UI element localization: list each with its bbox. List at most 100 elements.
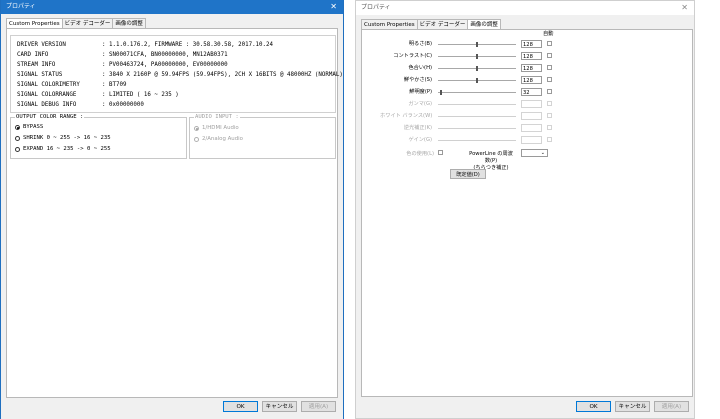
tab-panel: DRIVER VERSION : 1.1.0.176.2, FIRMWARE : … (6, 28, 343, 398)
adjust-value-field[interactable]: 128 (521, 64, 542, 72)
adjust-label: ガンマ(G) (408, 101, 432, 107)
adjust-value-field (521, 136, 542, 144)
properties-window-image-adjust: プロパティ ✕ Custom Properties ビデオ デコーダー 画像の調… (355, 0, 695, 419)
close-icon[interactable]: ✕ (681, 1, 688, 15)
close-icon[interactable]: ✕ (330, 0, 337, 14)
adjust-label: コントラスト(C) (393, 53, 432, 59)
chevron-down-icon: ⌄ (540, 150, 545, 156)
ok-button[interactable]: OK (576, 401, 611, 412)
audio-input-group: AUDIO INPUT : 1/HDMI Audio 2/Analog Audi… (189, 114, 336, 159)
adjust-value-field (521, 100, 542, 108)
auto-checkbox[interactable] (547, 53, 552, 58)
radio-unchecked-icon[interactable] (15, 136, 20, 141)
radio-checked-icon[interactable] (15, 125, 20, 130)
radio-label: SHRINK 0 ~ 255 -> 16 ~ 235 (23, 135, 111, 141)
radio-label: EXPAND 16 ~ 235 -> 0 ~ 255 (23, 146, 111, 152)
info-row: STREAM INFO : PV00463724, PA00000000, EV0… (17, 61, 228, 70)
info-value: : PV00463724, PA00000000, EV00000000 (102, 62, 228, 68)
adjust-slider[interactable] (438, 92, 516, 93)
adjust-slider (438, 104, 516, 105)
default-button[interactable]: 既定値(D) (450, 169, 486, 179)
auto-checkbox[interactable] (547, 65, 552, 70)
color-enable-checkbox[interactable] (438, 150, 443, 155)
adjust-value-field[interactable]: 128 (521, 40, 542, 48)
info-key: CARD INFO (17, 52, 49, 58)
group-title: OUTPUT COLOR RANGE : (15, 114, 85, 121)
info-key: SIGNAL STATUS (17, 72, 63, 78)
title-bar: プロパティ ✕ (1, 0, 343, 14)
properties-window-custom: プロパティ ✕ Custom Properties ビデオ デコーダー 画像の調… (0, 0, 344, 419)
radio-unchecked-icon[interactable] (194, 137, 199, 142)
info-row: SIGNAL COLORRANGE : LIMITED ( 16 ~ 235 ) (17, 91, 179, 100)
info-row: CARD INFO : SN00071CFA, BN00000000, MN12A… (17, 51, 228, 60)
adjust-label: 逆光補正(K) (403, 125, 432, 131)
info-value: : SN00071CFA, BN00000000, MN12AB0371 (102, 52, 228, 58)
info-key: SIGNAL COLORRANGE (17, 92, 77, 98)
slider-thumb[interactable] (476, 42, 478, 47)
info-row: SIGNAL STATUS : 3840 X 2160P @ 59.94FPS (… (17, 71, 343, 80)
info-box: DRIVER VERSION : 1.1.0.176.2, FIRMWARE : … (10, 35, 343, 113)
adjust-value-field[interactable]: 32 (521, 88, 542, 96)
info-row: SIGNAL COLORIMETRY : BT709 (17, 81, 126, 90)
apply-button[interactable]: 適用(A) (654, 401, 689, 412)
color-enable-label: 色の使用(L) (406, 151, 434, 157)
adjust-label: 鮮明度(P) (409, 89, 432, 95)
auto-checkbox[interactable] (547, 77, 552, 82)
adjust-value-field (521, 124, 542, 132)
info-row: SIGNAL DEBUG INFO : 0x00000000 (17, 101, 144, 110)
group-title: AUDIO INPUT : (194, 114, 240, 121)
info-value: : 0x00000000 (102, 102, 144, 108)
apply-button[interactable]: 適用(A) (301, 401, 336, 412)
info-value: : 1.1.0.176.2, FIRMWARE : 30.58.30.58, 2… (102, 42, 274, 48)
radio-bypass[interactable]: BYPASS (15, 123, 43, 132)
output-color-range-group: OUTPUT COLOR RANGE : BYPASS SHRINK 0 ~ 2… (10, 114, 187, 159)
info-value: : 3840 X 2160P @ 59.94FPS (59.94FPS), 2C… (102, 72, 343, 78)
auto-header: 自動 (543, 31, 554, 37)
title-bar: プロパティ ✕ (356, 1, 694, 15)
info-key: SIGNAL COLORIMETRY (17, 82, 80, 88)
radio-label: 2/Analog Audio (202, 136, 243, 142)
adjust-label: 明るさ(B) (408, 41, 432, 47)
cancel-button[interactable]: キャンセル (262, 401, 297, 412)
auto-checkbox[interactable] (547, 89, 552, 94)
adjust-label: ホワイト バランス(W) (380, 113, 433, 119)
radio-hdmi-audio[interactable]: 1/HDMI Audio (194, 124, 239, 133)
adjust-slider (438, 116, 516, 117)
slider-thumb[interactable] (440, 90, 443, 95)
radio-unchecked-icon[interactable] (15, 147, 20, 152)
adjust-slider (438, 128, 516, 129)
info-row: DRIVER VERSION : 1.1.0.176.2, FIRMWARE : … (17, 41, 273, 50)
adjust-label: 鮮やかさ(S) (403, 77, 432, 83)
powerline-select[interactable]: ⌄ (521, 149, 548, 157)
radio-label: 1/HDMI Audio (202, 125, 239, 131)
info-key: STREAM INFO (17, 62, 56, 68)
adjust-value-field[interactable]: 128 (521, 76, 542, 84)
cancel-button[interactable]: キャンセル (615, 401, 650, 412)
slider-thumb[interactable] (476, 66, 478, 71)
auto-checkbox (547, 113, 552, 118)
auto-checkbox (547, 125, 552, 130)
info-value: : BT709 (102, 82, 127, 88)
adjust-value-field (521, 112, 542, 120)
ok-button[interactable]: OK (223, 401, 258, 412)
powerline-label: PowerLine の周波数(P) (ちらつき補正) (467, 150, 515, 171)
auto-checkbox (547, 101, 552, 106)
adjust-value-field[interactable]: 128 (521, 52, 542, 60)
info-key: SIGNAL DEBUG INFO (17, 102, 77, 108)
window-title: プロパティ (361, 4, 391, 11)
slider-thumb[interactable] (476, 78, 478, 83)
info-key: DRIVER VERSION (17, 42, 66, 48)
adjust-label: 色合い(H) (408, 65, 432, 71)
radio-checked-icon[interactable] (194, 126, 199, 131)
powerline-label-line1: PowerLine の周波数(P) (469, 151, 513, 164)
adjust-label: ゲイン(G) (408, 137, 432, 143)
window-title: プロパティ (6, 3, 36, 10)
radio-label: BYPASS (23, 124, 44, 130)
radio-expand[interactable]: EXPAND 16 ~ 235 -> 0 ~ 255 (15, 145, 111, 154)
info-value: : LIMITED ( 16 ~ 235 ) (102, 92, 179, 98)
radio-shrink[interactable]: SHRINK 0 ~ 255 -> 16 ~ 235 (15, 134, 111, 143)
adjust-slider (438, 140, 516, 141)
auto-checkbox[interactable] (547, 41, 552, 46)
slider-thumb[interactable] (476, 54, 478, 59)
radio-analog-audio[interactable]: 2/Analog Audio (194, 135, 243, 144)
